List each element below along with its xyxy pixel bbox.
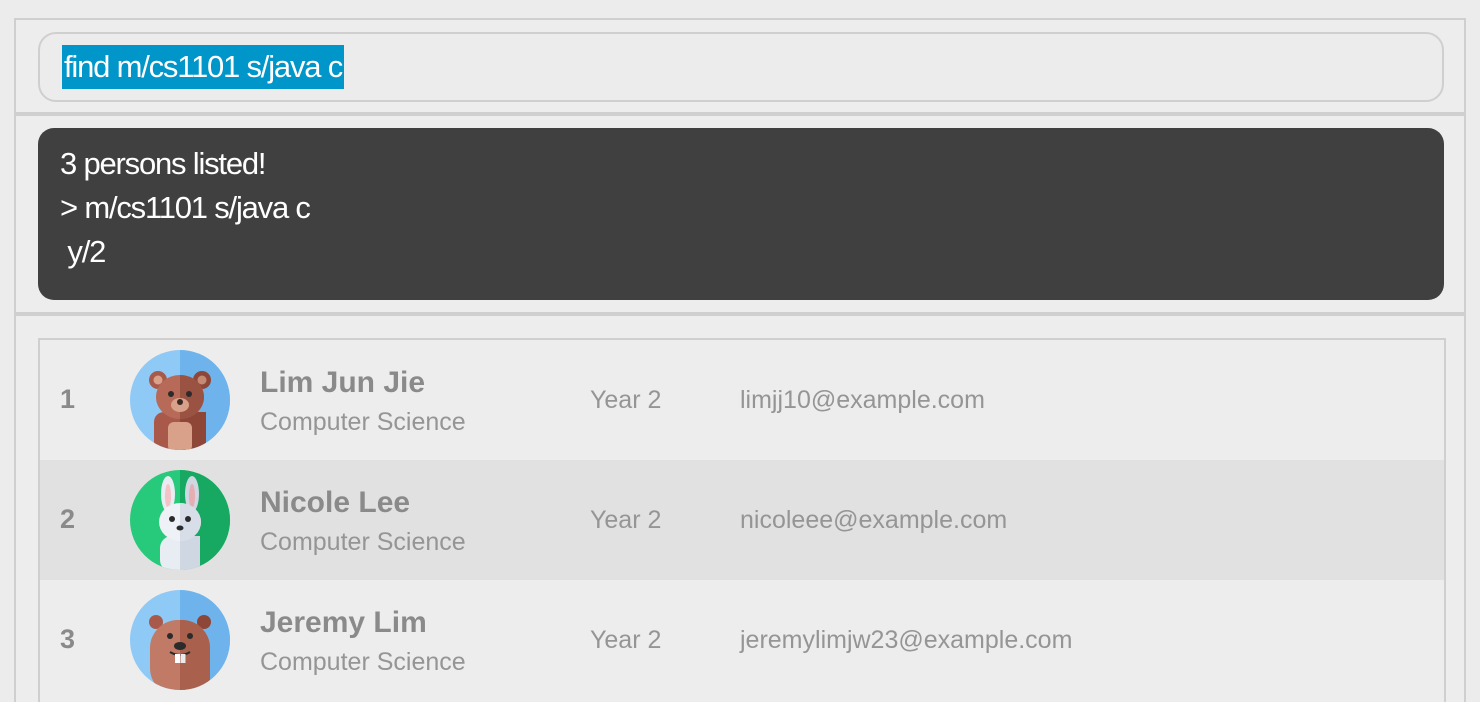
person-card[interactable]: 3 Jeremy Lim Computer Science Year 2 jer… [40,580,1444,700]
person-year: Year 2 [590,386,662,414]
person-card[interactable]: 1 Lim Jun Jie Computer Science Year 2 li… [40,340,1444,460]
person-list[interactable]: 1 Lim Jun Jie Computer Science Year 2 li… [38,338,1446,702]
result-line: 3 persons listed! [60,146,267,181]
person-email: nicoleee@example.com [740,506,1008,534]
person-list-panel: 1 Lim Jun Jie Computer Science Year 2 li… [14,314,1466,702]
beaver-icon [130,590,230,690]
rabbit-icon [130,470,230,570]
command-panel: find m/cs1101 s/java c [14,18,1466,114]
result-display: 3 persons listed! > m/cs1101 s/java c y/… [38,128,1444,300]
person-card[interactable]: 2 Nicole Lee Computer Science Year 2 nic… [40,460,1444,580]
bear-icon [130,350,230,450]
person-year: Year 2 [590,626,662,654]
person-index: 2 [60,504,76,534]
command-input[interactable]: find m/cs1101 s/java c [38,32,1444,102]
person-email: jeremylimjw23@example.com [740,626,1073,654]
command-input-text[interactable]: find m/cs1101 s/java c [62,45,344,89]
result-line: > m/cs1101 s/java c [60,190,311,225]
person-name: Nicole Lee [260,486,411,519]
person-year: Year 2 [590,506,662,534]
person-name: Lim Jun Jie [260,366,426,399]
result-panel: 3 persons listed! > m/cs1101 s/java c y/… [14,114,1466,314]
person-email: limjj10@example.com [740,386,985,414]
person-major: Computer Science [260,528,466,556]
person-index: 3 [60,624,76,654]
result-line: y/2 [60,234,106,269]
person-index: 1 [60,384,76,414]
person-major: Computer Science [260,648,466,676]
person-name: Jeremy Lim [260,606,427,639]
person-major: Computer Science [260,408,466,436]
